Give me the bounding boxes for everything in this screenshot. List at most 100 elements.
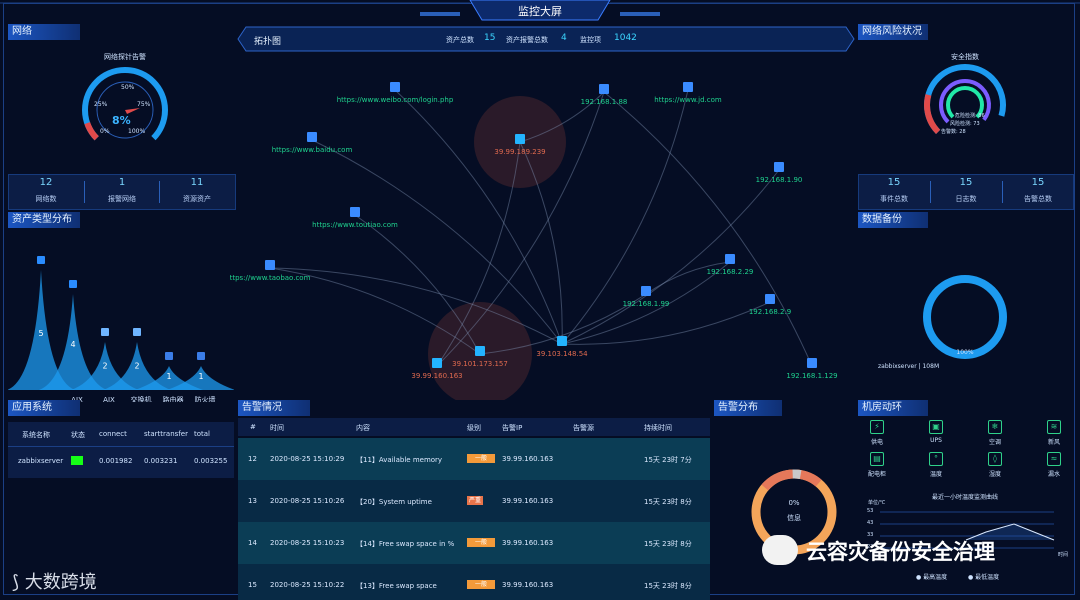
topology-node[interactable]: 192.168.2.9 (749, 294, 791, 316)
gauge-tick-0: 0% (100, 128, 110, 135)
node-icon (641, 286, 651, 296)
node-icon (265, 260, 275, 270)
asset-type-icon (69, 280, 77, 288)
stat-network-count: 12 网络数 (35, 177, 57, 203)
topology-node[interactable]: 192.168.1.99 (623, 286, 670, 308)
node-icon (774, 162, 784, 172)
room-title: 机房动环 (858, 400, 928, 416)
alert-dist-label: 信息 (787, 514, 801, 522)
node-label: 192.168.2.29 (707, 268, 754, 276)
alert-dist-value: 0% (788, 499, 800, 507)
env-fresh-air[interactable]: ≋ 新风 (1039, 420, 1069, 446)
alert-dist-title: 告警分布 (714, 400, 782, 416)
gauge-tick-100: 100% (128, 128, 146, 135)
topology-link (561, 169, 780, 345)
node-label: 39.101.173.157 (452, 360, 508, 368)
watermark-right: 云容灾备份安全治理 (806, 540, 995, 564)
env-cabinet[interactable]: ▤ 配电柜 (862, 452, 892, 478)
level-badge: 一般 (467, 454, 495, 463)
network-gauge-value: 8% (112, 114, 131, 127)
env-humidity[interactable]: ◊ 湿度 (980, 452, 1010, 478)
alerts-col-source: 告警源 (573, 424, 594, 432)
asset-types-chart: 54AIX2AIX2交换机1路由器1防火墙 (8, 256, 234, 402)
topology-graph[interactable]: https://www.weibo.com/login.php 192.168.1… (230, 70, 850, 400)
app-row-total: 0.003255 (194, 457, 228, 465)
alerts-table-header: # 时间 内容 级别 告警IP 告警源 持续时间 (238, 418, 710, 436)
metric-monitor-label: 监控项 (580, 36, 601, 44)
legend-max-temp: ● 最高温度 (916, 574, 948, 581)
node-icon (515, 134, 525, 144)
metric-asset-alert-value: 4 (561, 33, 567, 43)
node-label: ttps://www.taobao.com (230, 274, 311, 282)
topology-node[interactable]: 192.168.1.129 (786, 358, 838, 380)
node-icon (807, 358, 817, 368)
asset-peak-value: 2 (134, 361, 139, 370)
alerts-col-time: 时间 (270, 424, 284, 432)
topology-node[interactable]: https://www.toutiao.com (312, 207, 398, 229)
alerts-col-index: # (250, 423, 256, 431)
env-power[interactable]: ⚡ 供电 (862, 420, 892, 446)
backup-ring-value: 100% (956, 349, 974, 356)
topology-node[interactable]: 192.168.1.90 (756, 162, 803, 184)
node-icon (725, 254, 735, 264)
topology-node[interactable]: https://www.baidu.com (272, 132, 353, 154)
asset-category-label: AIX (103, 396, 115, 402)
env-temperature[interactable]: ° 温度 (921, 452, 951, 478)
page-title: 监控大屏 (518, 5, 562, 18)
env-ac[interactable]: ❄ 空调 (980, 420, 1010, 446)
humidity-icon: ◊ (988, 452, 1002, 466)
leak-icon: ≈ (1047, 452, 1061, 466)
topology-node[interactable]: 192.168.1.88 (581, 84, 628, 106)
alert-row[interactable]: 13 2020-08-25 15:10:26 【20】System uptime … (238, 480, 710, 522)
node-label: 39.99.160.163 (411, 372, 462, 380)
alerts-col-level: 级别 (467, 424, 481, 432)
node-icon (307, 132, 317, 142)
asset-types-title: 资产类型分布 (8, 212, 80, 228)
temp-y-tick-43: 43 (867, 520, 874, 526)
stat-logs: 15 日志数 (955, 177, 977, 203)
logo-icon: ⟆ (12, 572, 25, 593)
risk-title: 网络风险状况 (858, 24, 928, 40)
status-indicator (71, 456, 83, 465)
gauge-tick-75: 75% (137, 101, 151, 108)
asset-type-icon (101, 328, 109, 336)
node-icon (432, 358, 442, 368)
node-icon (475, 346, 485, 356)
alert-row[interactable]: 14 2020-08-25 15:10:23 【14】Free swap spac… (238, 522, 710, 564)
asset-peak-value: 2 (102, 361, 107, 370)
backup-title: 数据备份 (858, 212, 928, 228)
app-row-name: zabbixserver (18, 457, 64, 465)
asset-category-label: 防火墙 (195, 395, 216, 402)
topology-node[interactable]: https://www.weibo.com/login.php (337, 82, 454, 104)
power-icon: ⚡ (870, 420, 884, 434)
node-label: https://www.baidu.com (272, 146, 353, 154)
metric-monitor-value: 1042 (614, 33, 637, 43)
alert-row[interactable]: 15 2020-08-25 15:10:22 【13】Free swap spac… (238, 564, 710, 600)
node-label: 192.168.1.99 (623, 300, 670, 308)
app-system-title: 应用系统 (8, 400, 80, 416)
asset-peak-value: 5 (38, 329, 43, 338)
node-icon (350, 207, 360, 217)
topology-node[interactable]: https://www.jd.com (654, 82, 722, 104)
app-row-starttransfer: 0.003231 (144, 457, 178, 465)
app-system-table: 系统名称 状态 connect starttransfer total zabb… (8, 422, 234, 478)
node-label: https://www.weibo.com/login.php (337, 96, 454, 104)
network-panel-title: 网络 (8, 24, 80, 40)
topology-link (645, 261, 731, 295)
metric-asset-alert-label: 资产报警总数 (506, 36, 548, 44)
col-connect: connect (99, 430, 127, 438)
metric-asset-total-label: 资产总数 (446, 36, 474, 44)
alert-row[interactable]: 12 2020-08-25 15:10:29 【11】Available memo… (238, 438, 710, 480)
node-label: https://www.toutiao.com (312, 221, 398, 229)
env-ups[interactable]: ▣ UPS (921, 420, 951, 444)
asset-type-icon (37, 256, 45, 264)
env-leak[interactable]: ≈ 漏水 (1039, 452, 1069, 478)
network-stats: 12 网络数 1 报警网络 11 资源资产 (8, 174, 236, 210)
temp-chart-unit: 单位/℃ (868, 500, 886, 506)
asset-peak-value: 1 (166, 372, 171, 381)
watermark-left: ⟆ 大数跨境 (12, 572, 97, 593)
fresh-air-icon: ≋ (1047, 420, 1061, 434)
topology-node[interactable]: ttps://www.taobao.com (230, 260, 311, 282)
node-label: 192.168.1.129 (786, 372, 837, 380)
stat-alert-networks: 1 报警网络 (108, 177, 136, 203)
